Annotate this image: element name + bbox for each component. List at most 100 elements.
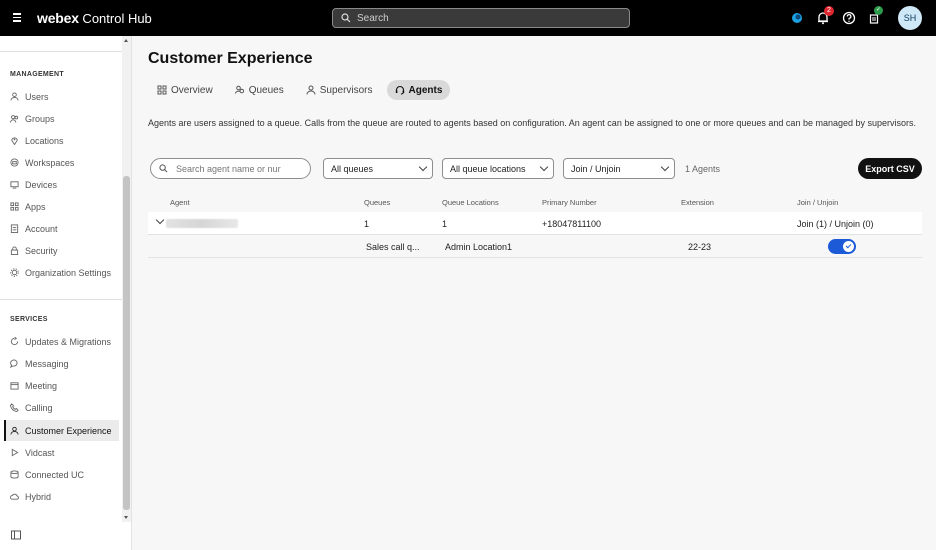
notification-badge: 2 xyxy=(824,6,834,16)
device-icon xyxy=(10,181,19,189)
help-icon[interactable] xyxy=(842,11,856,25)
collapse-sidebar-icon[interactable] xyxy=(11,530,21,540)
page-title: Customer Experience xyxy=(148,50,313,67)
export-csv-button[interactable]: Export CSV xyxy=(858,158,922,179)
agent-primary-number: +18047811100 xyxy=(542,219,601,229)
agent-join-status: Join (1) / Unjoin (0) xyxy=(797,219,874,229)
message-icon xyxy=(10,359,18,368)
locations-filter-select[interactable]: All queue locations xyxy=(442,158,554,179)
scrollbar-thumb[interactable] xyxy=(123,176,130,510)
agent-queues: 1 xyxy=(364,219,370,229)
status-check-icon: ✓ xyxy=(874,6,883,15)
agents-table: Agent Queues Queue Locations Primary Num… xyxy=(148,194,922,258)
user-icon xyxy=(10,92,19,101)
group-icon xyxy=(10,115,19,123)
location-icon xyxy=(11,137,18,145)
sidebar-item-meeting[interactable]: Meeting xyxy=(4,375,119,396)
sidebar-item-hybrid[interactable]: Hybrid xyxy=(4,486,119,507)
agent-search-input[interactable] xyxy=(176,163,301,174)
queue-extension: 22-23 xyxy=(688,242,712,252)
sidebar-item-connected-uc[interactable]: Connected UC xyxy=(4,464,119,485)
main-content: Customer Experience Overview Queues Supe… xyxy=(133,36,936,550)
chevron-down-icon xyxy=(418,162,428,172)
column-header-join-unjoin[interactable]: Join / Unjoin xyxy=(797,198,838,207)
sidebar-item-updates-migrations[interactable]: Updates & Migrations xyxy=(4,331,119,352)
global-search[interactable] xyxy=(332,8,630,28)
customer-icon xyxy=(10,426,19,435)
table-row: Sales call q... Admin Location1 22-23 xyxy=(148,235,922,258)
chevron-down-icon xyxy=(539,162,549,172)
column-header-agent[interactable]: Agent xyxy=(170,198,190,207)
sidebar-item-workspaces[interactable]: Workspaces xyxy=(4,152,119,173)
apps-icon xyxy=(10,202,19,211)
agent-search[interactable] xyxy=(150,158,311,179)
calendar-icon xyxy=(10,382,19,390)
top-bar: webex Control Hub 2 ✓ SH xyxy=(0,0,936,36)
queue-name: Sales call q... xyxy=(366,242,420,252)
lock-icon xyxy=(10,246,19,255)
webex-app-icon[interactable] xyxy=(790,11,804,25)
sidebar-divider xyxy=(0,299,122,300)
avatar[interactable]: SH xyxy=(898,6,922,30)
supervisor-icon xyxy=(306,85,316,95)
search-icon xyxy=(341,13,351,23)
refresh-icon xyxy=(10,337,19,346)
join-filter-select[interactable]: Join / Unjoin xyxy=(563,158,675,179)
column-header-primary-number[interactable]: Primary Number xyxy=(542,198,597,207)
table-header: Agent Queues Queue Locations Primary Num… xyxy=(148,194,922,212)
header-icons: 2 ✓ SH xyxy=(790,6,922,30)
sidebar-item-messaging[interactable]: Messaging xyxy=(4,353,119,374)
grid-icon xyxy=(157,85,167,95)
column-header-queue-locations[interactable]: Queue Locations xyxy=(442,198,499,207)
sidebar-item-vidcast[interactable]: Vidcast xyxy=(4,442,119,463)
bell-icon[interactable]: 2 xyxy=(816,6,834,25)
global-search-input[interactable] xyxy=(357,12,617,24)
sidebar-item-customer-experience[interactable]: Customer Experience xyxy=(4,420,119,441)
join-toggle[interactable] xyxy=(828,239,856,254)
column-header-extension[interactable]: Extension xyxy=(681,198,714,207)
cloud-icon xyxy=(10,493,19,500)
tab-overview[interactable]: Overview xyxy=(149,80,221,100)
sidebar-item-locations[interactable]: Locations xyxy=(4,130,119,151)
tab-agents[interactable]: Agents xyxy=(386,80,451,100)
sidebar-item-devices[interactable]: Devices xyxy=(4,174,119,195)
queue-icon xyxy=(234,85,244,94)
filter-bar: All queues All queue locations Join / Un… xyxy=(150,158,720,179)
sidebar-divider xyxy=(0,51,122,52)
menu-icon[interactable] xyxy=(13,11,23,23)
scroll-down-icon[interactable] xyxy=(124,516,128,519)
chevron-down-icon[interactable] xyxy=(155,215,165,225)
account-icon xyxy=(10,224,19,233)
column-header-queues[interactable]: Queues xyxy=(364,198,390,207)
gear-icon xyxy=(10,268,19,277)
page-description: Agents are users assigned to a queue. Ca… xyxy=(148,118,917,128)
sidebar-item-organization-settings[interactable]: Organization Settings xyxy=(4,262,119,283)
sidebar-item-calling[interactable]: Calling xyxy=(4,397,119,418)
sidebar-item-groups[interactable]: Groups xyxy=(4,108,119,129)
search-icon xyxy=(159,164,168,173)
sidebar-item-account[interactable]: Account xyxy=(4,218,119,239)
sidebar-item-apps[interactable]: Apps xyxy=(4,196,119,217)
sidebar: MANAGEMENT Users Groups Locations Worksp… xyxy=(0,36,132,550)
tasks-icon[interactable]: ✓ xyxy=(868,6,883,25)
agent-queue-locations: 1 xyxy=(442,219,448,229)
table-row[interactable]: 1 1 +18047811100 Join (1) / Unjoin (0) xyxy=(148,212,922,235)
sidebar-item-users[interactable]: Users xyxy=(4,86,119,107)
scroll-up-icon[interactable] xyxy=(124,39,128,42)
phone-icon xyxy=(10,403,19,412)
chevron-down-icon xyxy=(660,162,670,172)
brand-logo[interactable]: webex Control Hub xyxy=(37,10,152,26)
stack-icon xyxy=(10,470,19,479)
play-icon xyxy=(11,448,19,457)
queue-location: Admin Location1 xyxy=(445,242,513,252)
section-management-label: MANAGEMENT xyxy=(10,71,64,78)
tab-queues[interactable]: Queues xyxy=(227,80,292,100)
queues-filter-select[interactable]: All queues xyxy=(323,158,433,179)
check-icon xyxy=(843,241,854,252)
agent-name-redacted xyxy=(166,219,238,228)
sidebar-item-security[interactable]: Security xyxy=(4,240,119,261)
tab-supervisors[interactable]: Supervisors xyxy=(298,80,381,100)
workspace-icon xyxy=(10,158,19,167)
tab-bar: Overview Queues Supervisors Agents xyxy=(149,80,451,100)
sidebar-scrollbar[interactable] xyxy=(122,36,131,522)
